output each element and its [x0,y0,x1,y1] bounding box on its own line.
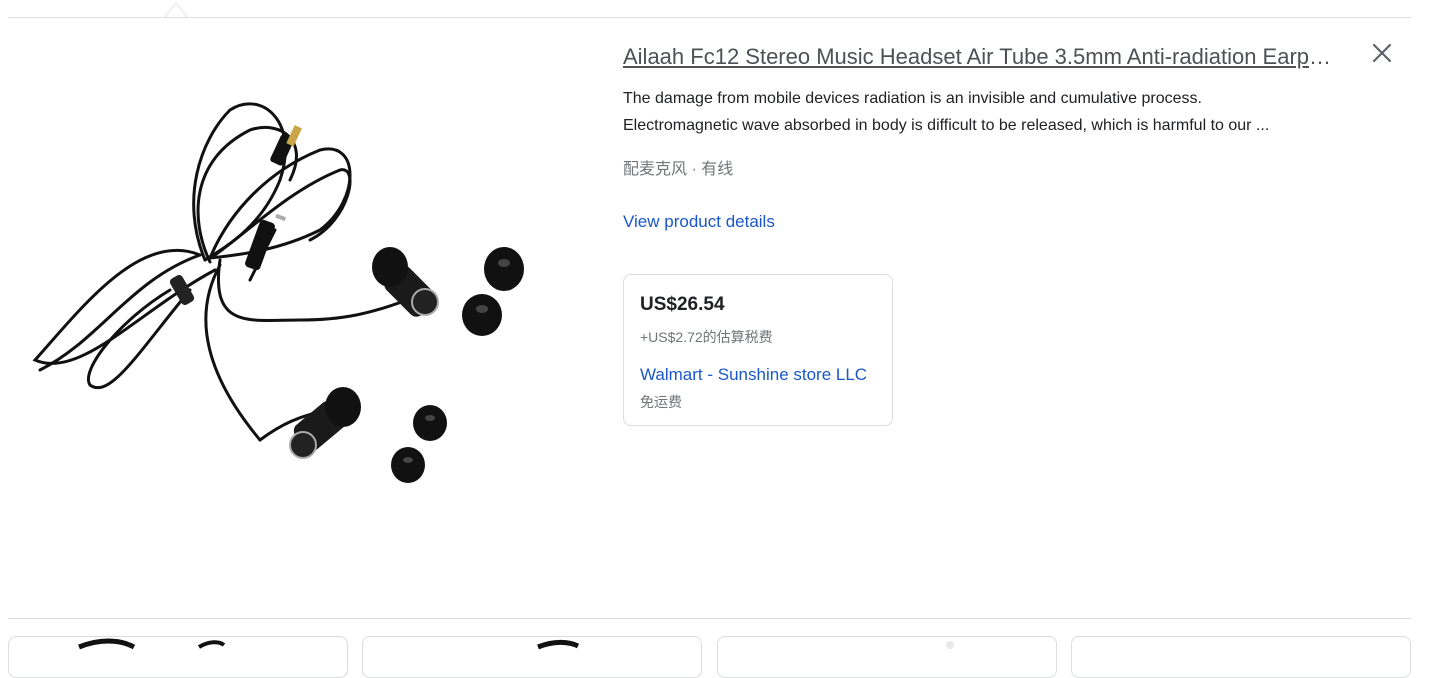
description-line-2: Electromagnetic wave absorbed in body is… [623,117,1270,134]
description-line-1: The damage from mobile devices radiation… [623,90,1202,107]
related-product-thumbnail [537,639,580,650]
offer-card[interactable]: US$26.54 +US$2.72的估算税费 Walmart - Sunshin… [623,274,893,426]
product-image[interactable] [20,80,540,500]
related-product-card[interactable] [717,636,1057,678]
offer-tax: +US$2.72的估算税费 [640,329,773,345]
related-product-thumbnail [78,638,226,650]
panel-pointer-caret [164,3,188,17]
seller-link[interactable]: Walmart - Sunshine store LLC [640,365,880,385]
related-product-card[interactable] [1071,636,1411,678]
headphones-image [32,102,524,483]
offer-price: US$26.54 [640,294,725,315]
product-title-link[interactable]: Ailaah Fc12 Stereo Music Headset Air Tub… [623,44,1338,70]
related-product-thumbnail [946,641,954,649]
close-button[interactable] [1366,37,1398,69]
product-description: The damage from mobile devices radiation… [623,85,1343,139]
close-icon [1372,43,1392,63]
panel-bottom-divider [8,618,1411,619]
panel-top-divider [8,17,1411,18]
product-attributes: 配麦克风 · 有线 [623,161,734,178]
view-product-details-link[interactable]: View product details [623,212,775,232]
shipping-info: 免运费 [640,394,682,410]
related-product-card[interactable] [8,636,348,678]
related-product-card[interactable] [362,636,702,678]
left-earbud [289,387,361,459]
